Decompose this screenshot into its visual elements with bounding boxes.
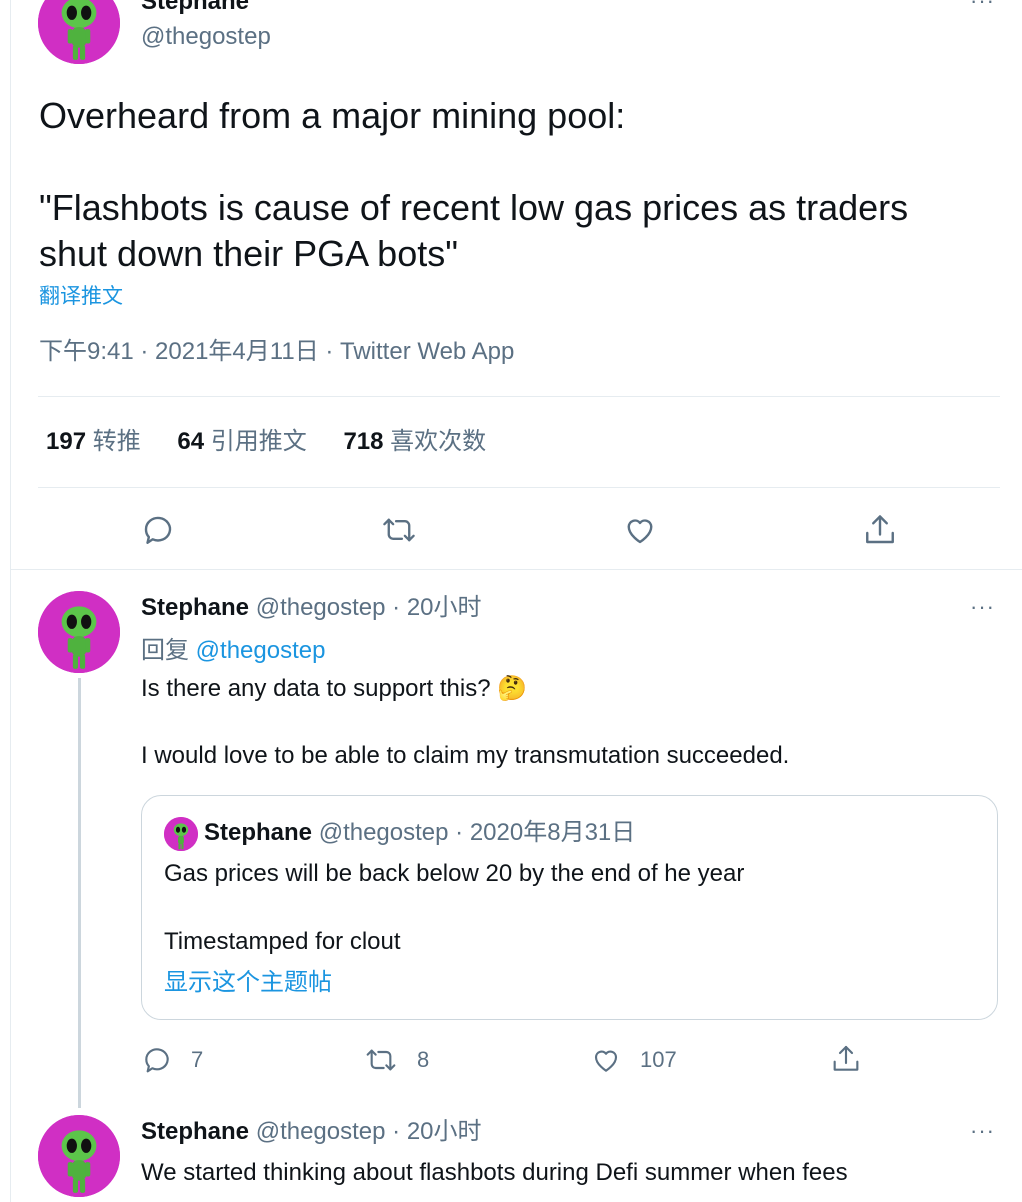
- author-name[interactable]: Stephane: [141, 0, 249, 16]
- timeline-left-border: [10, 0, 11, 1202]
- alien-avatar-icon: [38, 0, 120, 64]
- stats-row: 197 转推 64 引用推文 718 喜欢次数: [46, 427, 486, 457]
- like-icon[interactable]: [622, 512, 658, 548]
- avatar[interactable]: [38, 0, 120, 64]
- quote-time: · 2020年8月31日: [455, 819, 636, 846]
- reply-action[interactable]: 7: [141, 1043, 203, 1077]
- alien-avatar-icon: [38, 591, 120, 673]
- like-icon: [590, 1044, 622, 1076]
- retweet-action[interactable]: 8: [363, 1043, 429, 1077]
- reply-icon: [141, 1044, 173, 1076]
- author-handle[interactable]: @thegostep: [256, 1118, 386, 1145]
- quote-text-line: Timestamped for clout: [164, 928, 401, 955]
- show-thread-link[interactable]: 显示这个主题帖: [164, 968, 332, 998]
- translate-tweet-link[interactable]: 翻译推文: [39, 284, 123, 310]
- reply-header: Stephane @thegostep · 20小时: [141, 593, 482, 623]
- divider: [38, 396, 1000, 397]
- author-name[interactable]: Stephane: [141, 594, 249, 621]
- retweet-count: 8: [417, 1047, 430, 1072]
- retweet-icon: [363, 1044, 399, 1076]
- replying-to: 回复 @thegostep: [141, 636, 325, 666]
- quotes-stat[interactable]: 64 引用推文: [177, 428, 313, 455]
- replying-to-handle[interactable]: @thegostep: [196, 637, 326, 664]
- retweets-count: 197: [46, 428, 87, 455]
- divider: [38, 487, 1000, 488]
- author-handle: @thegostep: [318, 819, 449, 846]
- alien-avatar-icon: [164, 817, 198, 851]
- retweets-label: 转推: [92, 428, 141, 455]
- avatar[interactable]: [38, 1115, 120, 1197]
- share-icon[interactable]: [830, 1043, 862, 1075]
- likes-count: 718: [343, 428, 384, 455]
- likes-stat[interactable]: 718 喜欢次数: [343, 428, 486, 455]
- retweet-icon[interactable]: [380, 512, 418, 548]
- author-handle[interactable]: @thegostep: [141, 22, 271, 52]
- replying-to-label: 回复: [141, 637, 189, 664]
- reply-time[interactable]: · 20小时: [392, 594, 481, 621]
- quoted-tweet-card[interactable]: Stephane @thegostep · 2020年8月31日 Gas pri…: [141, 795, 998, 1020]
- reply-header: Stephane @thegostep · 20小时: [141, 1117, 482, 1147]
- reply-count: 7: [191, 1047, 204, 1072]
- quote-text-line: Gas prices will be back below 20 by the …: [164, 860, 745, 887]
- avatar[interactable]: [38, 591, 120, 673]
- tweet-text-line: Overheard from a major mining pool:: [39, 95, 626, 136]
- quotes-count: 64: [177, 428, 205, 455]
- reply-text-line: We started thinking about flashbots duri…: [141, 1159, 848, 1186]
- reply-time[interactable]: · 20小时: [392, 1118, 481, 1145]
- like-count: 107: [640, 1047, 677, 1072]
- more-options-icon[interactable]: ···: [970, 1120, 995, 1142]
- author-name: Stephane: [204, 819, 313, 846]
- retweets-stat[interactable]: 197 转推: [46, 428, 147, 455]
- divider: [11, 569, 1022, 570]
- tweet-text-line: shut down their PGA bots": [39, 233, 459, 274]
- more-options-icon[interactable]: ···: [970, 596, 995, 618]
- tweet-text-line: "Flashbots is cause of recent low gas pr…: [39, 187, 909, 228]
- reply-text-line: I would love to be able to claim my tran…: [141, 742, 790, 769]
- more-options-icon[interactable]: ···: [970, 0, 995, 12]
- quote-header: Stephane @thegostep · 2020年8月31日: [204, 818, 635, 848]
- reply-text-line: Is there any data to support this? 🤔: [141, 675, 528, 702]
- author-handle[interactable]: @thegostep: [256, 594, 386, 621]
- thread-connector-line: [78, 678, 81, 1108]
- share-icon[interactable]: [862, 512, 898, 548]
- reply-icon[interactable]: [140, 512, 176, 548]
- likes-label: 喜欢次数: [390, 428, 487, 455]
- quotes-label: 引用推文: [210, 428, 307, 455]
- like-action[interactable]: 107: [590, 1043, 677, 1077]
- tweet-timestamp[interactable]: 下午9:41 · 2021年4月11日 · Twitter Web App: [39, 337, 514, 367]
- alien-avatar-icon: [38, 1115, 120, 1197]
- avatar: [164, 817, 198, 851]
- author-name[interactable]: Stephane: [141, 1118, 249, 1145]
